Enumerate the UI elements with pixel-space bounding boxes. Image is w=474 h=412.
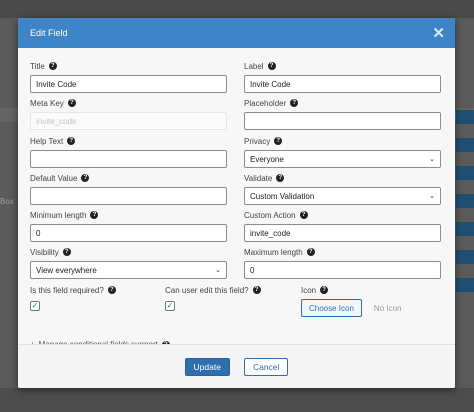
visibility-select-value: View everywhere: [36, 265, 97, 275]
placeholder-field: Placeholder?: [244, 97, 441, 130]
help-text-label: Help Text: [30, 136, 64, 146]
editable-label: Can user edit this field?: [165, 285, 249, 295]
title-label: Title: [30, 61, 45, 71]
chevron-down-icon: ⌄: [215, 267, 221, 274]
choose-icon-button[interactable]: Choose Icon: [301, 299, 362, 317]
validate-label: Validate: [244, 173, 273, 183]
default-value-field: Default Value?: [30, 172, 227, 205]
modal-body: Title? Invite Code Label? Invite Code Me…: [18, 48, 455, 349]
check-icon: ✓: [166, 301, 174, 310]
label-label: Label: [244, 61, 264, 71]
visibility-label: Visibility: [30, 247, 59, 257]
editable-field: Can user edit this field?? ✓: [165, 284, 295, 311]
background-top-bar: [0, 0, 474, 18]
privacy-field: Privacy? Everyone ⌄: [244, 135, 441, 168]
visibility-field: Visibility? View everywhere ⌄: [30, 246, 227, 279]
icon-field: Icon? Choose Icon No Icon: [301, 284, 441, 317]
meta-key-field: Meta Key? invite_code: [30, 97, 227, 130]
max-length-input[interactable]: 0: [244, 261, 441, 279]
help-circle-icon[interactable]: ?: [67, 99, 76, 107]
close-icon[interactable]: ✕: [432, 26, 445, 41]
help-circle-icon[interactable]: ?: [48, 62, 57, 70]
help-circle-icon[interactable]: ?: [267, 62, 276, 70]
required-field: Is this field required?? ✓: [30, 284, 170, 311]
help-circle-icon[interactable]: ?: [81, 174, 90, 182]
validate-select-value: Custom Validation: [250, 191, 315, 201]
background-action-tab: [456, 110, 474, 124]
visibility-select[interactable]: View everywhere ⌄: [30, 261, 227, 279]
min-length-field: Minimum length? 0: [30, 209, 227, 242]
modal-header: Edit Field ✕: [18, 18, 455, 48]
check-icon: ✓: [31, 301, 39, 310]
background-action-tab: [456, 278, 474, 292]
meta-key-label: Meta Key: [30, 98, 64, 108]
modal-footer: Update Cancel: [18, 344, 455, 388]
min-length-label: Minimum length: [30, 210, 87, 220]
help-circle-icon[interactable]: ?: [276, 174, 285, 182]
cancel-button[interactable]: Cancel: [243, 357, 289, 376]
default-value-label: Default Value: [30, 173, 78, 183]
privacy-select-value: Everyone: [250, 154, 284, 164]
title-input[interactable]: Invite Code: [30, 75, 227, 93]
help-circle-icon[interactable]: ?: [306, 248, 315, 256]
help-text-input[interactable]: [30, 150, 227, 168]
custom-action-input[interactable]: invite_code: [244, 224, 441, 242]
help-circle-icon[interactable]: ?: [90, 211, 99, 219]
help-circle-icon[interactable]: ?: [274, 137, 283, 145]
help-circle-icon[interactable]: ?: [62, 248, 71, 256]
label-input[interactable]: Invite Code: [244, 75, 441, 93]
required-label: Is this field required?: [30, 285, 104, 295]
custom-action-label: Custom Action: [244, 210, 296, 220]
no-icon-text: No Icon: [373, 303, 402, 313]
label-field: Label? Invite Code: [244, 60, 441, 93]
privacy-select[interactable]: Everyone ⌄: [244, 150, 441, 168]
background-label: Box: [0, 197, 14, 206]
help-circle-icon[interactable]: ?: [252, 286, 261, 294]
update-button[interactable]: Update: [184, 357, 230, 376]
editable-checkbox[interactable]: ✓: [165, 301, 175, 311]
meta-key-input[interactable]: invite_code: [30, 112, 227, 130]
background-action-tab: [456, 166, 474, 180]
max-length-field: Maximum length? 0: [244, 246, 441, 279]
custom-action-field: Custom Action? invite_code: [244, 209, 441, 242]
background-bottom-bar: [0, 388, 474, 412]
chevron-down-icon: ⌄: [429, 156, 435, 163]
help-circle-icon[interactable]: ?: [290, 99, 299, 107]
background-action-tab: [456, 138, 474, 152]
background-action-tab: [456, 194, 474, 208]
edit-field-modal: Edit Field ✕ Title? Invite Code Label? I…: [18, 18, 455, 388]
validate-select[interactable]: Custom Validation ⌄: [244, 187, 441, 205]
required-checkbox[interactable]: ✓: [30, 301, 40, 311]
modal-title: Edit Field: [30, 28, 68, 38]
help-circle-icon[interactable]: ?: [299, 211, 308, 219]
placeholder-input[interactable]: [244, 112, 441, 130]
privacy-label: Privacy: [244, 136, 271, 146]
icon-label: Icon: [301, 285, 317, 295]
background-action-tab: [456, 250, 474, 264]
help-circle-icon[interactable]: ?: [320, 286, 329, 294]
chevron-down-icon: ⌄: [429, 193, 435, 200]
background-action-tab: [456, 222, 474, 236]
title-field: Title? Invite Code: [30, 60, 227, 93]
validate-field: Validate? Custom Validation ⌄: [244, 172, 441, 205]
help-circle-icon[interactable]: ?: [67, 137, 76, 145]
help-circle-icon[interactable]: ?: [107, 286, 116, 294]
default-value-input[interactable]: [30, 187, 227, 205]
help-text-field: Help Text?: [30, 135, 227, 168]
placeholder-label: Placeholder: [244, 98, 287, 108]
max-length-label: Maximum length: [244, 247, 303, 257]
min-length-input[interactable]: 0: [30, 224, 227, 242]
